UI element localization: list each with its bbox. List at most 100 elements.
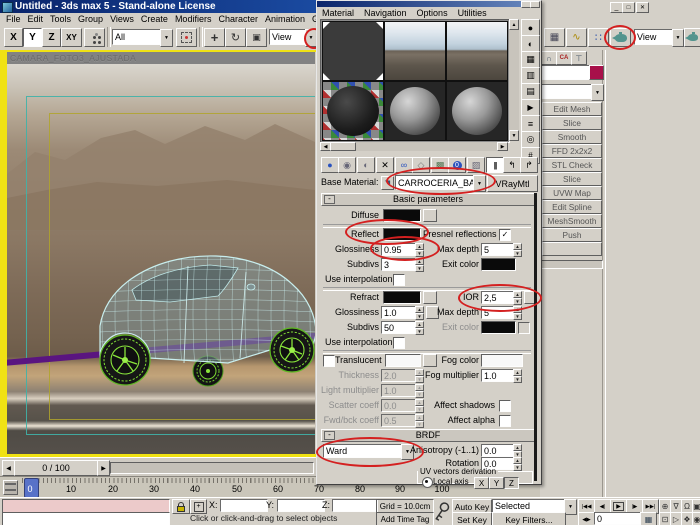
scroll-thumb[interactable] [330, 142, 356, 151]
go-forward-sibling-icon[interactable]: ↱ [520, 157, 538, 173]
scroll-up-icon[interactable]: ▲ [509, 19, 519, 30]
close-button[interactable]: ✕ [636, 2, 649, 13]
reflect-max-depth-spinner[interactable]: ▲▼ [513, 243, 522, 256]
fresnel-checkbox[interactable]: ✓ [499, 229, 511, 241]
put-material-to-scene-icon[interactable]: ◉ [338, 157, 356, 173]
current-frame-field[interactable]: 0 [594, 512, 644, 525]
restore-button[interactable]: □ [622, 2, 635, 13]
get-material-icon[interactable]: ● [321, 157, 339, 173]
layer-manager-icon[interactable]: ▦ [544, 28, 565, 47]
affect-shadows-checkbox[interactable] [499, 400, 511, 412]
modifier-push-button[interactable]: Push [542, 228, 602, 242]
key-filters-button[interactable]: Key Filters... [492, 512, 566, 525]
menu-animation[interactable]: Animation [265, 14, 305, 24]
make-preview-icon[interactable]: ▶ [521, 99, 540, 116]
render-type-arrow-icon[interactable]: ▼ [672, 29, 684, 47]
fog-color-swatch[interactable] [481, 354, 523, 367]
local-axis-x-button[interactable]: X [474, 477, 489, 489]
sample-slot-checker[interactable] [322, 81, 384, 141]
menu-views[interactable]: Views [110, 14, 134, 24]
rollout-scroll-strip[interactable] [534, 193, 537, 481]
sample-uv-tiling-icon[interactable]: ▥ [521, 67, 540, 84]
tab-ca-icon[interactable]: CA [556, 51, 572, 65]
axis-y-button[interactable]: Y [23, 28, 42, 47]
modifier-ffd-button[interactable]: FFD 2x2x2 [542, 144, 602, 158]
refract-exit-color-swatch[interactable] [481, 321, 516, 334]
arc-rotate-icon[interactable]: ◉ [692, 512, 700, 525]
make-material-copy-icon[interactable]: ∞ [395, 157, 413, 173]
add-time-tag[interactable]: Add Time Tag [376, 512, 434, 525]
show-map-in-viewport-icon[interactable]: ▨ [467, 157, 485, 173]
background-icon[interactable]: ▦ [521, 51, 540, 68]
viewport-canvas[interactable] [7, 64, 315, 454]
tab-utilities-icon[interactable]: ⊤ [571, 51, 587, 65]
modifier-blank-button[interactable] [542, 242, 602, 256]
render-last-icon[interactable] [684, 28, 700, 47]
snap-toggle-icon[interactable] [176, 28, 197, 47]
menu-group[interactable]: Group [78, 14, 103, 24]
put-to-library-icon[interactable]: ▩ [431, 157, 449, 173]
select-rotate-icon[interactable]: ↻ [225, 28, 246, 47]
time-slider-right-arrow[interactable]: ▶ [97, 460, 110, 476]
refract-color-swatch[interactable] [383, 291, 421, 304]
sample-slot-environment[interactable] [384, 21, 446, 81]
refract-use-interpolation-checkbox[interactable] [393, 337, 405, 349]
key-mode-dropdown[interactable]: Selected [492, 499, 570, 513]
select-move-icon[interactable]: + [204, 28, 225, 47]
sample-type-icon[interactable]: ● [521, 19, 540, 36]
modifier-smooth-button[interactable]: Smooth [542, 130, 602, 144]
select-scale-icon[interactable]: ▣ [246, 28, 267, 47]
modifier-stl-check-button[interactable]: STL Check [542, 158, 602, 172]
key-step-toggle[interactable]: ◀▶ [578, 512, 595, 525]
material-name-arrow-icon[interactable]: ▼ [473, 175, 486, 192]
local-axis-y-button[interactable]: Y [489, 477, 504, 489]
diffuse-color-swatch[interactable] [383, 209, 421, 222]
object-color-swatch[interactable] [589, 65, 604, 80]
reflect-color-swatch[interactable] [383, 228, 421, 241]
axis-xy-button[interactable]: XY [61, 28, 82, 47]
selection-lock-toggle[interactable] [172, 499, 190, 514]
show-end-result-icon[interactable]: ||| [486, 157, 504, 173]
modifier-edit-mesh-button[interactable]: Edit Mesh [542, 102, 602, 116]
translucent-color-swatch[interactable] [385, 354, 421, 367]
menu-modifiers[interactable]: Modifiers [175, 14, 212, 24]
assign-material-to-selection-icon[interactable]: ◐ [357, 157, 375, 173]
menu-character[interactable]: Character [218, 14, 258, 24]
object-name-field[interactable] [541, 65, 593, 80]
translucent-checkbox[interactable] [323, 355, 335, 367]
backlight-icon[interactable]: ◐ [521, 35, 540, 52]
ior-spinner[interactable]: ▲▼ [513, 291, 522, 304]
material-editor-icon[interactable]: ∷ [588, 28, 609, 47]
modifier-list-dropdown[interactable] [541, 84, 597, 99]
material-name-dropdown[interactable]: CARROCERIA_BASE [395, 175, 479, 190]
me-menu-material[interactable]: Material [322, 8, 354, 18]
reflect-exit-color-swatch[interactable] [481, 258, 516, 271]
local-axis-z-button[interactable]: Z [504, 477, 519, 489]
menu-edit[interactable]: Edit [28, 14, 44, 24]
affect-alpha-checkbox[interactable] [499, 415, 511, 427]
go-to-parent-icon[interactable]: ↰ [503, 157, 521, 173]
selection-filter-arrow-icon[interactable]: ▼ [160, 29, 173, 47]
z-coord-field[interactable] [332, 499, 378, 512]
material-options-icon[interactable]: ≡ [521, 115, 540, 132]
material-id-channel-icon[interactable]: 0 [448, 157, 466, 173]
scroll-right-icon[interactable]: ▶ [497, 142, 508, 151]
sample-slot-environment[interactable] [446, 21, 508, 81]
video-color-check-icon[interactable]: ▤ [521, 83, 540, 100]
modifier-edit-spline-button[interactable]: Edit Spline [542, 200, 602, 214]
me-menu-utilities[interactable]: Utilities [458, 8, 487, 18]
anisotropy-spinner[interactable]: ▲▼ [513, 444, 522, 457]
absolute-offset-toggle[interactable]: + [190, 499, 207, 514]
collapse-icon[interactable]: - [324, 195, 335, 204]
refract-subdivs-spinner[interactable]: ▲▼ [415, 321, 424, 334]
render-scene-icon[interactable] [610, 28, 631, 47]
refract-map-button[interactable] [423, 291, 437, 304]
modifier-slice2-button[interactable]: Slice [542, 172, 602, 186]
me-menu-options[interactable]: Options [417, 8, 448, 18]
reflect-subdivs-spinner[interactable]: ▲▼ [415, 258, 424, 271]
maxscript-mini-listener-white[interactable] [2, 512, 170, 525]
select-by-material-icon[interactable]: ◎ [521, 131, 540, 148]
pick-material-icon[interactable]: ◥ [381, 176, 394, 190]
menu-create[interactable]: Create [141, 14, 168, 24]
spinner-snap-icon[interactable] [84, 28, 105, 47]
